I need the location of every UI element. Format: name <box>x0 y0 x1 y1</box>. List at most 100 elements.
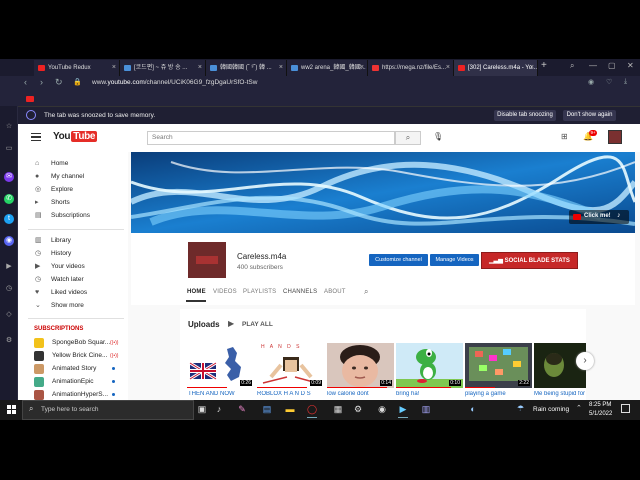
channel-avatar <box>34 364 44 374</box>
star-icon[interactable]: ☆ <box>4 122 14 132</box>
recorder-icon[interactable]: ◉ <box>376 403 388 415</box>
video-title[interactable]: Me being stupid for <box>534 391 586 397</box>
clock-date[interactable]: 5/1/2022 <box>589 411 612 417</box>
notification-center-icon[interactable] <box>621 404 630 413</box>
chevron-up-icon[interactable]: ⌃ <box>576 404 582 412</box>
subscriber-count: 400 subscribers <box>237 264 283 271</box>
back-icon[interactable]: ‹ <box>24 77 27 87</box>
page-favicon-icon <box>291 65 298 71</box>
video-icon[interactable]: ▭ <box>4 144 14 154</box>
video-thumbnail[interactable]: 0:26 <box>187 343 254 388</box>
url-field[interactable]: www.youtube.com/channel/UCiK06G9_fzgDgaU… <box>92 79 257 86</box>
microphone-icon[interactable]: 🎙 <box>433 132 443 141</box>
avatar[interactable] <box>608 130 622 144</box>
window-close-icon[interactable]: ✕ <box>627 61 634 70</box>
youtube-bookmark-icon[interactable] <box>26 96 34 102</box>
close-icon[interactable]: × <box>530 60 534 76</box>
video-thumbnail[interactable]: 0:14 <box>327 343 394 388</box>
channel-avatar <box>34 377 44 387</box>
next-arrow-button[interactable]: › <box>576 352 594 370</box>
task-view-icon[interactable]: ▣ <box>196 403 208 415</box>
file-explorer-icon[interactable]: ▬ <box>284 403 296 415</box>
rain-icon: ☂ <box>517 404 525 413</box>
close-icon[interactable]: × <box>360 60 364 76</box>
banner-link-button[interactable]: Click me! ♪ <box>569 210 629 224</box>
library-icon: ▥ <box>35 237 42 244</box>
reload-icon[interactable]: ↻ <box>55 77 63 88</box>
close-icon[interactable]: × <box>279 60 283 76</box>
play-icon[interactable]: ▶ <box>228 319 234 328</box>
tab-korean-2[interactable]: 韓國韓國 (˘ ³˘) 韓 ... × <box>206 60 287 76</box>
minimize-icon[interactable]: — <box>589 61 597 70</box>
video-title[interactable]: THEN AND NOW <box>188 391 254 397</box>
video-thumbnail[interactable]: 2:22 <box>465 343 532 388</box>
tiktok-icon[interactable]: ♪ <box>213 403 225 415</box>
subscriptions-icon: ▤ <box>35 212 42 219</box>
video-title[interactable]: low calorie dont <box>327 391 393 397</box>
close-icon[interactable]: × <box>446 60 450 76</box>
video-thumbnail[interactable]: H A N D S 0:09 <box>257 343 324 388</box>
manage-videos-button[interactable]: Manage Videos <box>430 254 479 266</box>
whatsapp-icon[interactable]: ✆ <box>4 194 14 204</box>
tab-channels[interactable]: CHANNELS <box>283 289 317 295</box>
windows-start-icon[interactable] <box>7 405 16 414</box>
tab-videos[interactable]: VIDEOS <box>213 289 237 295</box>
settings-icon[interactable]: ⚙ <box>352 403 364 415</box>
clock-time[interactable]: 8:25 PM <box>589 402 611 408</box>
tab-ww2-arena[interactable]: ww2 arena_韓國_韓國... × <box>287 60 368 76</box>
tab-careless-active[interactable]: [302] Careless.m4a - Yo... × <box>454 60 538 76</box>
video-title[interactable]: playing a game <box>465 391 531 397</box>
twitter-icon[interactable]: t <box>4 214 14 224</box>
settings-icon[interactable]: ⚙ <box>4 336 14 346</box>
menu-icon[interactable] <box>31 133 41 141</box>
taskbar-search-input[interactable]: Type here to search <box>41 406 98 413</box>
tab-home[interactable]: HOME <box>187 289 206 295</box>
apps-grid-icon[interactable]: ⊞ <box>561 132 568 141</box>
maximize-icon[interactable]: ▢ <box>608 61 616 70</box>
store-icon[interactable]: ▦ <box>332 403 344 415</box>
forward-icon[interactable]: › <box>40 77 43 87</box>
play-all-button[interactable]: PLAY ALL <box>242 321 273 328</box>
search-tabs-icon[interactable]: ⌕ <box>570 61 574 71</box>
edge-icon[interactable]: ◐ <box>467 403 479 415</box>
heart-icon[interactable]: ♡ <box>606 78 612 86</box>
close-icon[interactable]: × <box>112 60 116 76</box>
watch-progress <box>187 386 227 388</box>
lock-icon: 🔒 <box>73 79 82 86</box>
video-thumbnail[interactable]: 0:10 <box>396 343 463 388</box>
weather-status[interactable]: Rain coming <box>533 406 569 413</box>
disable-tab-snoozing-button[interactable]: Disable tab snoozing <box>494 110 556 121</box>
social-blade-stats-button[interactable]: ▁▃▅ SOCIAL BLADE STATS <box>481 252 578 269</box>
opera-taskbar-icon[interactable]: ◯ <box>306 403 318 418</box>
discord-icon[interactable]: ◉ <box>4 236 14 246</box>
document-icon[interactable]: ▥ <box>420 403 432 415</box>
extensions-icon[interactable]: ◇ <box>4 310 14 320</box>
tab-mega[interactable]: https://mega.nz/file/Es... × <box>368 60 454 76</box>
search-icon[interactable]: ⌕ <box>395 131 421 145</box>
new-tab-button[interactable]: + <box>541 60 547 71</box>
photos-icon[interactable]: ▤ <box>261 403 273 415</box>
mega-favicon-icon <box>372 65 379 71</box>
snooze-message: The tab was snoozed to save memory. <box>44 112 156 119</box>
dont-show-again-button[interactable]: Don't show again <box>563 110 616 121</box>
channel-search-icon[interactable]: ⌕ <box>364 287 368 297</box>
channel-avatar <box>34 351 44 361</box>
player-icon[interactable]: ▶ <box>4 262 14 272</box>
video-title[interactable]: bring ha! <box>396 391 462 397</box>
banner-art <box>131 152 635 233</box>
history-icon[interactable]: ◷ <box>4 284 14 294</box>
tab-about[interactable]: ABOUT <box>324 289 346 295</box>
youtube-logo[interactable]: You Tube <box>53 131 98 142</box>
camera-icon[interactable]: ◉ <box>588 78 594 86</box>
paint-icon[interactable]: ✎ <box>236 403 248 415</box>
tab-playlists[interactable]: PLAYLISTS <box>243 289 276 295</box>
tab-korean-1[interactable]: [코드편] ~ 쥬 방 송 ... × <box>120 60 206 76</box>
customize-channel-button[interactable]: Customize channel <box>369 254 428 266</box>
video-editor-icon[interactable]: ▶ <box>397 403 409 418</box>
video-title[interactable]: ROBLOX H A N D S <box>257 391 323 397</box>
tab-youtube-redux[interactable]: YouTube Redux × <box>34 60 120 76</box>
messenger-icon[interactable]: ✉ <box>4 172 14 182</box>
close-icon[interactable]: × <box>198 60 202 76</box>
download-icon[interactable]: ⤓ <box>624 78 627 86</box>
search-input[interactable]: Search <box>147 131 395 145</box>
